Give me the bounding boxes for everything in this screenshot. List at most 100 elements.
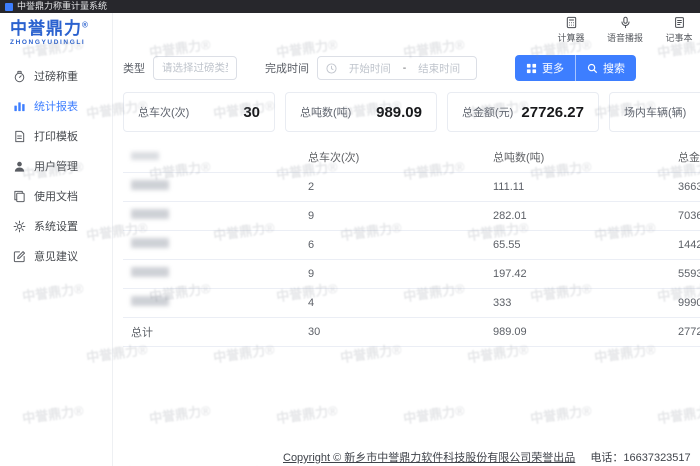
card-label: 总车次(次) bbox=[138, 104, 189, 120]
redacted-block bbox=[131, 152, 159, 160]
notepad-icon bbox=[673, 16, 686, 29]
tons-cell: 111.11 bbox=[493, 172, 678, 201]
card-value: 30 bbox=[243, 104, 260, 121]
redacted-block bbox=[131, 180, 169, 190]
summary-card-2: 总金额(元) 27726.27 bbox=[447, 92, 599, 132]
registered-mark: ® bbox=[82, 21, 88, 30]
column-header: 总车次(次) bbox=[308, 143, 493, 172]
name-cell bbox=[123, 201, 308, 230]
action-calculator[interactable]: 计算器 bbox=[553, 16, 589, 44]
clock-icon bbox=[326, 63, 337, 74]
print-template-icon bbox=[13, 130, 26, 143]
trips-cell: 4 bbox=[308, 288, 493, 317]
card-label: 总金额(元) bbox=[462, 104, 513, 120]
card-label: 场内车辆(辆) bbox=[624, 104, 686, 120]
trips-cell: 30 bbox=[308, 317, 493, 346]
sidebar-item-stats[interactable]: 统计报表 bbox=[0, 91, 112, 121]
sidebar-item-users[interactable]: 用户管理 bbox=[0, 151, 112, 181]
tons-cell: 197.42 bbox=[493, 259, 678, 288]
gear-icon bbox=[13, 220, 26, 233]
os-title-bar: 中誉鼎力称重计量系统 bbox=[0, 0, 700, 13]
redacted-block bbox=[131, 209, 169, 219]
copyright-link[interactable]: Copyright © 新乡市中誉鼎力软件科技股份有限公司荣誉出品 bbox=[283, 452, 575, 464]
document-copy-icon bbox=[13, 190, 26, 203]
date-range-picker[interactable]: 开始时间 - 结束时间 bbox=[317, 56, 477, 80]
action-voice[interactable]: 语音播报 bbox=[607, 16, 643, 44]
more-filters-button[interactable]: 更多 bbox=[515, 55, 575, 81]
table-body: 2111.1136639282.017036.44665.551442.8991… bbox=[123, 172, 700, 346]
main-content: 计算器语音播报记事本注册信息更 类型 完成时间 开始时间 - 结束时间 bbox=[113, 13, 700, 466]
sidebar-item-label: 使用文档 bbox=[34, 188, 78, 204]
app-icon bbox=[5, 3, 13, 11]
column-header: 总吨数(吨) bbox=[493, 143, 678, 172]
action-label: 语音播报 bbox=[607, 31, 643, 44]
sidebar-item-print[interactable]: 打印模板 bbox=[0, 121, 112, 151]
sidebar-item-settings[interactable]: 系统设置 bbox=[0, 211, 112, 241]
amount-cell: 1442.89 bbox=[678, 230, 700, 259]
sidebar-item-label: 统计报表 bbox=[34, 98, 78, 114]
summary-card-3: 场内车辆(辆) bbox=[609, 92, 700, 132]
sidebar-item-feedback[interactable]: 意见建议 bbox=[0, 241, 112, 271]
table-row: 9197.425593.94 bbox=[123, 259, 700, 288]
grid-icon bbox=[526, 63, 537, 74]
column-header-redacted bbox=[123, 143, 308, 172]
start-time-placeholder: 开始时间 bbox=[341, 61, 399, 76]
table-total-row: 总计30989.0927726.27 bbox=[123, 317, 700, 346]
summary-card-1: 总吨数(吨)989.09 bbox=[285, 92, 437, 132]
window-title: 中誉鼎力称重计量系统 bbox=[17, 2, 107, 11]
bar-chart-icon bbox=[13, 100, 26, 113]
phone-number: 电话：16637323517 bbox=[590, 452, 690, 464]
sidebar-item-label: 打印模板 bbox=[34, 128, 78, 144]
report-table: 总车次(次)总吨数(吨)总金额(元) 2111.1136639282.01703… bbox=[123, 143, 700, 347]
name-cell bbox=[123, 288, 308, 317]
end-time-placeholder: 结束时间 bbox=[410, 61, 468, 76]
type-select[interactable] bbox=[153, 56, 237, 80]
sidebar-item-label: 过磅称重 bbox=[34, 68, 78, 84]
summary-card-0: 总车次(次) 30 bbox=[123, 92, 275, 132]
tons-cell: 333 bbox=[493, 288, 678, 317]
table-row: 43339990 bbox=[123, 288, 700, 317]
amount-cell: 9990 bbox=[678, 288, 700, 317]
app-window: 中誉鼎力称重计量系统 中誉鼎力® ZHONGYUDINGLI 过磅称重统计报表打… bbox=[0, 0, 700, 466]
search-icon bbox=[587, 63, 598, 74]
amount-cell: 7036.44 bbox=[678, 201, 700, 230]
range-dash: - bbox=[403, 62, 407, 74]
trips-cell: 2 bbox=[308, 172, 493, 201]
action-label: 记事本 bbox=[665, 31, 692, 44]
type-label: 类型 bbox=[123, 60, 145, 76]
amount-cell: 5593.94 bbox=[678, 259, 700, 288]
sidebar-menu: 过磅称重统计报表打印模板用户管理使用文档系统设置意见建议 bbox=[0, 61, 112, 271]
trips-cell: 9 bbox=[308, 201, 493, 230]
scale-icon bbox=[13, 70, 26, 83]
calculator-icon bbox=[565, 16, 578, 29]
sidebar-item-weigh[interactable]: 过磅称重 bbox=[0, 61, 112, 91]
logo-text: 中誉鼎力 bbox=[10, 19, 82, 38]
user-icon bbox=[13, 160, 26, 173]
table-row: 9282.017036.44 bbox=[123, 201, 700, 230]
microphone-icon bbox=[619, 16, 632, 29]
table-row: 665.551442.89 bbox=[123, 230, 700, 259]
report-table-wrap: 总车次(次)总吨数(吨)总金额(元) 2111.1136639282.01703… bbox=[123, 143, 700, 347]
card-value: 989.09 bbox=[376, 104, 422, 121]
footer: Copyright © 新乡市中誉鼎力软件科技股份有限公司荣誉出品 电话：166… bbox=[283, 449, 691, 465]
redacted-block bbox=[131, 267, 169, 277]
card-value: 27726.27 bbox=[521, 104, 584, 121]
sidebar-item-docs[interactable]: 使用文档 bbox=[0, 181, 112, 211]
tons-cell: 65.55 bbox=[493, 230, 678, 259]
amount-cell: 3663 bbox=[678, 172, 700, 201]
total-label-cell: 总计 bbox=[123, 317, 308, 346]
action-notepad[interactable]: 记事本 bbox=[661, 16, 697, 44]
summary-cards: 总车次(次) 30 总吨数(吨)989.09 总金额(元) 27726.27 场内车辆(辆… bbox=[123, 92, 700, 132]
filter-buttons: 更多 搜索 bbox=[515, 55, 636, 81]
name-cell bbox=[123, 230, 308, 259]
column-header: 总金额(元) bbox=[678, 143, 700, 172]
name-cell bbox=[123, 259, 308, 288]
finish-time-label: 完成时间 bbox=[265, 60, 309, 76]
filter-bar: 类型 完成时间 开始时间 - 结束时间 更多 bbox=[123, 55, 636, 81]
search-button[interactable]: 搜索 bbox=[575, 55, 636, 81]
tons-cell: 282.01 bbox=[493, 201, 678, 230]
amount-cell: 27726.27 bbox=[678, 317, 700, 346]
logo-subtext: ZHONGYUDINGLI bbox=[10, 39, 112, 47]
edit-icon bbox=[13, 250, 26, 263]
action-label: 计算器 bbox=[557, 31, 584, 44]
